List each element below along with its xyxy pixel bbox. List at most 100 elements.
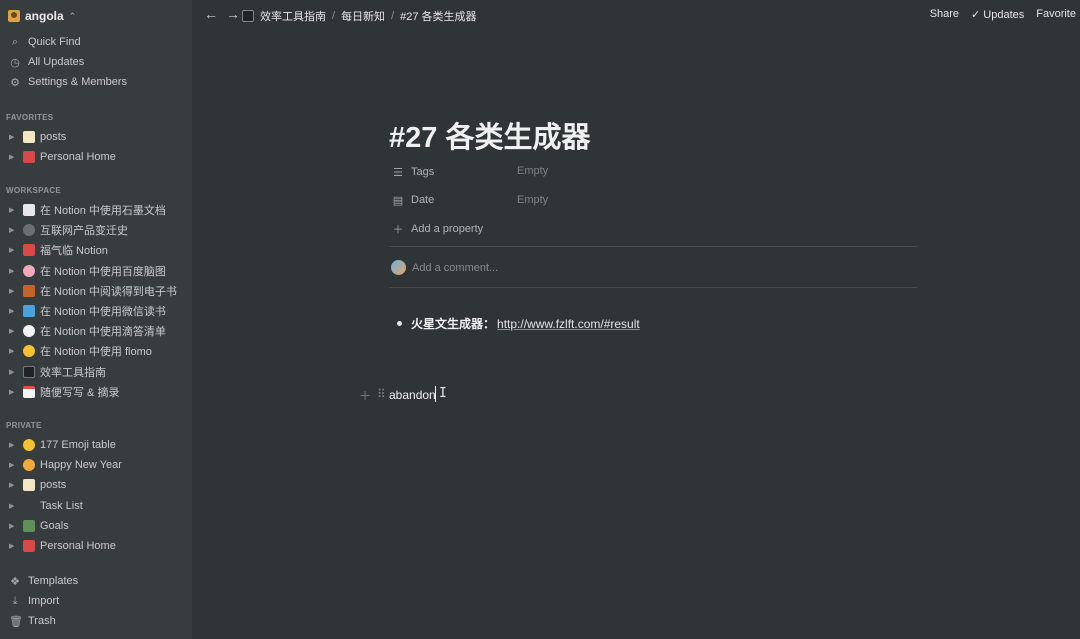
sidebar-item-label: Settings & Members xyxy=(28,76,128,88)
sidebar-page[interactable]: ▶ 在 Notion 中使用滴答清单 xyxy=(0,321,192,341)
plus-icon[interactable]: ＋ xyxy=(359,387,371,404)
triangle-right-icon[interactable]: ▶ xyxy=(9,267,19,275)
triangle-right-icon[interactable]: ▶ xyxy=(9,347,19,355)
workspace-section-label: WORKSPACE xyxy=(6,186,61,195)
page-label: 在 Notion 中使用石墨文档 xyxy=(40,205,166,218)
page-label: 在 Notion 中使用百度脑图 xyxy=(40,265,166,278)
sidebar-item-templates[interactable]: ❖ Templates xyxy=(0,571,192,591)
sidebar-page[interactable]: ▶ Happy New Year xyxy=(0,455,192,475)
sidebar-page-posts[interactable]: ▶ posts xyxy=(0,127,192,147)
triangle-right-icon[interactable]: ▶ xyxy=(9,287,19,295)
triangle-right-icon[interactable]: ▶ xyxy=(9,388,19,396)
page-label: 互联网产品变迁史 xyxy=(40,225,128,238)
calendar-icon: ▤ xyxy=(392,194,404,207)
add-comment-placeholder: Add a comment... xyxy=(412,261,499,274)
page-label: Personal Home xyxy=(40,540,116,553)
triangle-right-icon[interactable]: ▶ xyxy=(9,307,19,315)
sidebar-item-trash[interactable]: 🗑 Trash xyxy=(0,611,192,631)
check-circle-icon xyxy=(23,325,35,338)
page-label: 在 Notion 中使用微信读书 xyxy=(40,306,166,319)
page-label: posts xyxy=(40,479,67,492)
breadcrumb-item[interactable]: 效率工具指南 xyxy=(260,8,326,24)
workspace-name: angola xyxy=(25,9,64,23)
property-tags[interactable]: ☰ Tags xyxy=(391,163,434,181)
memo-icon xyxy=(23,479,35,492)
dark-page-icon xyxy=(23,365,35,378)
sidebar-page[interactable]: ▶ 在 Notion 中使用石墨文档 xyxy=(0,200,192,220)
triangle-right-icon[interactable]: ▶ xyxy=(9,153,19,161)
triangle-right-icon[interactable]: ▶ xyxy=(9,441,19,449)
triangle-right-icon[interactable]: ▶ xyxy=(9,226,19,234)
bullet-link[interactable]: http://www.fzlft.com/#result xyxy=(497,317,640,331)
red-book-icon xyxy=(23,151,35,164)
sidebar-page[interactable]: ▶ posts xyxy=(0,475,192,495)
top-actions: Share ✓ Updates Favorite xyxy=(930,8,1076,21)
arrow-right-icon[interactable]: → xyxy=(226,6,240,22)
sidebar-page[interactable]: ▶ Goals xyxy=(0,516,192,536)
triangle-right-icon[interactable]: ▶ xyxy=(9,502,19,510)
bullet-bold-text: 火星文生成器： xyxy=(411,317,496,331)
sidebar-item-quick-find[interactable]: ⌕ Quick Find xyxy=(0,32,192,52)
breadcrumb: 效率工具指南 / 每日新知 / #27 各类生成器 xyxy=(242,8,477,24)
page-title[interactable]: #27 各类生成器 xyxy=(389,114,590,156)
sidebar-item-settings[interactable]: ⚙ Settings & Members xyxy=(0,72,192,92)
property-value-date[interactable]: Empty xyxy=(517,194,548,206)
triangle-right-icon[interactable]: ▶ xyxy=(9,542,19,550)
property-value-tags[interactable]: Empty xyxy=(517,165,548,177)
import-icon: ⤓ xyxy=(12,594,18,607)
triangle-right-icon[interactable]: ▶ xyxy=(9,206,19,214)
updates-button[interactable]: ✓ Updates xyxy=(971,8,1024,21)
breadcrumb-item[interactable]: 每日新知 xyxy=(341,8,385,24)
triangle-right-icon[interactable]: ▶ xyxy=(9,246,19,254)
sidebar-page[interactable]: ▶ 效率工具指南 xyxy=(0,362,192,382)
triangle-right-icon[interactable]: ▶ xyxy=(9,481,19,489)
blank-icon xyxy=(23,500,35,512)
page-label: Happy New Year xyxy=(40,459,122,472)
sidebar-page[interactable]: ▶ Personal Home xyxy=(0,536,192,556)
property-name: Date xyxy=(411,194,435,206)
arrow-left-icon[interactable]: ← xyxy=(204,6,218,22)
add-comment-field[interactable]: Add a comment... xyxy=(391,260,498,275)
plus-icon: ＋ xyxy=(392,224,404,236)
add-property-label: Add a property xyxy=(411,223,484,235)
page-label: Task List xyxy=(40,499,83,512)
blue-book-icon xyxy=(23,305,35,318)
breadcrumb-separator: / xyxy=(332,10,336,22)
editing-block-text[interactable]: abandon xyxy=(389,388,436,402)
workspace-switcher[interactable]: angola ⌃ xyxy=(8,7,76,25)
bullet-item[interactable]: 火星文生成器： http://www.fzlft.com/#result xyxy=(397,315,640,332)
sidebar-item-import[interactable]: ⤓ Import xyxy=(0,591,192,611)
property-date[interactable]: ▤ Date xyxy=(391,191,434,209)
triangle-right-icon[interactable]: ▶ xyxy=(9,522,19,530)
sidebar-page[interactable]: ▶ 随便写写 & 摘录 xyxy=(0,382,192,402)
sidebar-page[interactable]: ▶ Task List xyxy=(0,496,192,516)
private-section-label: PRIVATE xyxy=(6,421,42,430)
sidebar: angola ⌃ ⌕ Quick Find ◷ All Updates ⚙ Se… xyxy=(0,0,192,639)
sidebar-page[interactable]: ▶ 在 Notion 中使用 flomo xyxy=(0,341,192,361)
add-property-button[interactable]: ＋ Add a property xyxy=(391,220,484,238)
sidebar-page[interactable]: ▶ 在 Notion 中阅读得到电子书 xyxy=(0,281,192,301)
triangle-right-icon[interactable]: ▶ xyxy=(9,327,19,335)
bullet-dot-icon xyxy=(397,321,402,326)
sidebar-page[interactable]: ▶ 177 Emoji table xyxy=(0,435,192,455)
workspace-icon xyxy=(8,10,20,22)
gear-dot-icon xyxy=(23,224,35,237)
sidebar-item-all-updates[interactable]: ◷ All Updates xyxy=(0,52,192,72)
drag-handle-icon[interactable]: ⠿ xyxy=(377,387,386,404)
sidebar-page[interactable]: ▶ 在 Notion 中使用百度脑图 xyxy=(0,261,192,281)
sidebar-item-label: Templates xyxy=(28,575,79,587)
favorite-button[interactable]: Favorite xyxy=(1036,8,1076,21)
triangle-right-icon[interactable]: ▶ xyxy=(9,368,19,376)
share-button[interactable]: Share xyxy=(930,8,959,21)
triangle-right-icon[interactable]: ▶ xyxy=(9,461,19,469)
list-icon: ☰ xyxy=(393,166,403,179)
topbar: ← → 效率工具指南 / 每日新知 / #27 各类生成器 Share ✓ Upd… xyxy=(192,0,1080,30)
sidebar-page[interactable]: ▶ 在 Notion 中使用微信读书 xyxy=(0,301,192,321)
triangle-right-icon[interactable]: ▶ xyxy=(9,133,19,141)
sidebar-page[interactable]: ▶ 福气临 Notion xyxy=(0,240,192,260)
sidebar-page-personal-home[interactable]: ▶ Personal Home xyxy=(0,147,192,167)
sidebar-item-label: All Updates xyxy=(28,56,85,68)
sidebar-page[interactable]: ▶ 互联网产品变迁史 xyxy=(0,220,192,240)
breadcrumb-item[interactable]: #27 各类生成器 xyxy=(400,8,476,24)
avatar xyxy=(391,260,406,275)
